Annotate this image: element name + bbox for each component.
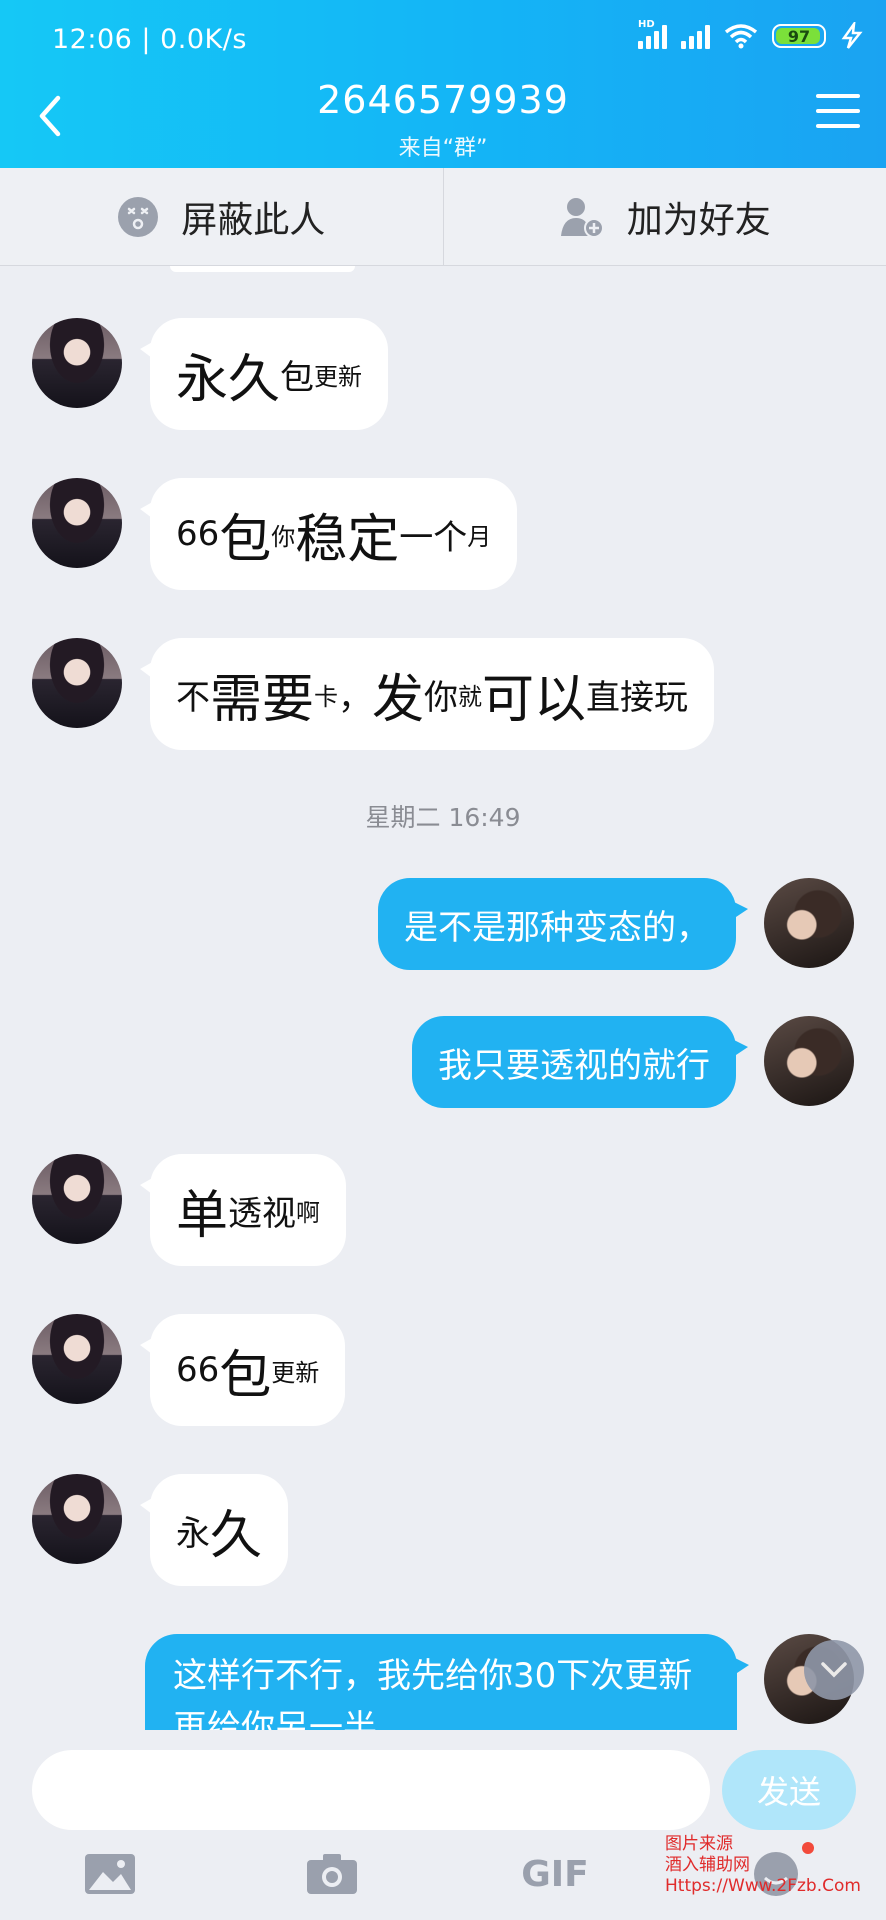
- chat-subtitle: 来自“群”: [398, 136, 488, 161]
- message-text-segment: 透视: [228, 1193, 297, 1234]
- message-text-segment: ，: [338, 677, 373, 718]
- contact-avatar[interactable]: [32, 1154, 122, 1244]
- message-text-segment: 包: [280, 357, 315, 398]
- message-text-segment: 包: [219, 1345, 272, 1406]
- message-bubble-incoming[interactable]: 单透视啊: [139, 1154, 347, 1266]
- scroll-to-bottom-button[interactable]: [804, 1640, 864, 1700]
- chat-title: 2646579939: [317, 78, 569, 122]
- message-text: 我只要透视的就行: [438, 1045, 710, 1086]
- message-bubble-incoming[interactable]: 66 包你稳定 一个月: [139, 478, 518, 590]
- chevron-down-icon: [821, 1662, 847, 1678]
- status-time: 12:06 | 0.0K/s: [52, 24, 247, 55]
- message-text-segment: 单: [176, 1185, 229, 1246]
- contact-avatar[interactable]: [32, 478, 122, 568]
- message-text-segment: 永久: [176, 349, 281, 410]
- message-text-segment: 需要: [210, 669, 315, 730]
- image-icon[interactable]: [80, 1848, 140, 1900]
- message-list[interactable]: 永久包更新 66 包你稳定 一个月 不需要卡，发你就可以 直接玩 星期二 16:49 …: [0, 266, 886, 1730]
- message-text-segment: 稳定: [295, 509, 400, 570]
- battery-icon: 97: [772, 24, 826, 48]
- message-text-segment: 永: [176, 1513, 210, 1554]
- watermark: 图片来源 酒入辅助网 Https://Www.2Fzb.Com: [665, 1834, 861, 1896]
- message-text-segment: 一个: [399, 517, 468, 558]
- message-text-segment: 你: [271, 522, 296, 551]
- menu-icon[interactable]: [816, 94, 860, 134]
- add-friend-icon: [560, 197, 604, 238]
- block-user-button[interactable]: 屏蔽此人: [0, 168, 443, 265]
- message-bubble-incoming[interactable]: 66 包更新: [139, 1314, 346, 1426]
- message-text-segment: 66: [176, 1350, 220, 1390]
- action-bar: 屏蔽此人 加为好友: [0, 168, 886, 266]
- charging-icon: [841, 22, 863, 49]
- camera-icon[interactable]: [302, 1848, 362, 1900]
- message-text-segment: 你: [424, 677, 459, 718]
- message-text-segment: 月: [467, 522, 492, 551]
- contact-avatar[interactable]: [32, 318, 122, 408]
- signal-icon: [681, 23, 710, 49]
- contact-avatar[interactable]: [32, 638, 122, 728]
- add-friend-label: 加为好友: [626, 199, 771, 241]
- message-text-segment: 可以: [482, 669, 587, 730]
- block-user-label: 屏蔽此人: [181, 199, 326, 241]
- message-text-segment: 直接玩: [586, 677, 689, 718]
- message-text-segment: 就: [458, 682, 483, 711]
- add-friend-button[interactable]: 加为好友: [442, 168, 886, 265]
- message-bubble-incoming[interactable]: 永久包更新: [139, 318, 389, 430]
- message-text-segment: 包: [219, 509, 272, 570]
- message-text-segment: 66: [176, 514, 220, 554]
- hd-signal-icon: HD: [638, 19, 667, 49]
- message-text-segment: 更新: [271, 1358, 320, 1387]
- wifi-icon: [724, 24, 758, 49]
- message-text-segment: 卡: [314, 682, 339, 711]
- message-text-segment: 不: [176, 677, 210, 718]
- message-input[interactable]: [32, 1750, 710, 1830]
- message-bubble-outgoing[interactable]: 我只要透视的就行: [412, 1016, 748, 1108]
- message-bubble-outgoing[interactable]: 是不是那种变态的，: [378, 878, 748, 970]
- message-bubble-outgoing[interactable]: 这样行不行，我先给你30下次更新再给你另一半: [145, 1634, 749, 1730]
- send-button[interactable]: 发送: [722, 1750, 856, 1830]
- message-text-segment: 更新: [314, 362, 363, 391]
- status-icons: HD 97: [638, 19, 864, 50]
- message-bubble-incoming[interactable]: 永久: [139, 1474, 289, 1586]
- gif-icon[interactable]: GIF: [521, 1848, 589, 1900]
- message-text-segment: 久: [210, 1505, 263, 1566]
- contact-avatar[interactable]: [32, 1474, 122, 1564]
- message-text-segment: 啊: [296, 1198, 321, 1227]
- block-face-icon: [118, 196, 159, 237]
- message-text: 是不是那种变态的，: [404, 907, 710, 948]
- message-timestamp: 星期二 16:49: [365, 803, 521, 832]
- my-avatar[interactable]: [764, 1016, 854, 1106]
- my-avatar[interactable]: [764, 878, 854, 968]
- previous-message-bubble: [170, 266, 355, 272]
- message-bubble-incoming[interactable]: 不需要卡，发你就可以 直接玩: [139, 638, 715, 750]
- message-text-segment: 发: [372, 669, 425, 730]
- chat-header: 12:06 | 0.0K/s HD 97 2646579939 来自“群”: [0, 0, 886, 168]
- contact-avatar[interactable]: [32, 1314, 122, 1404]
